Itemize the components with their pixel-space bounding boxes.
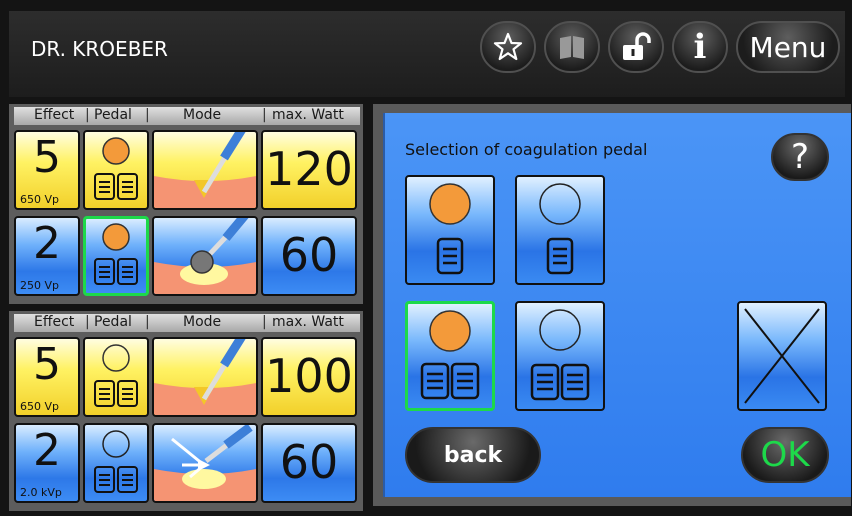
column-pedal: Pedal (94, 314, 132, 330)
spray-electrode-icon (154, 425, 256, 501)
pedal-tile[interactable] (83, 337, 149, 417)
pedal-tile[interactable] (83, 423, 149, 503)
voltage-label: 250 Vp (20, 279, 59, 292)
max-watt-tile[interactable]: 120 (261, 130, 357, 210)
ok-label: OK (760, 435, 810, 475)
mode-tile[interactable] (152, 216, 258, 296)
cross-icon (744, 308, 820, 404)
effect-tile[interactable]: 2 250 Vp (14, 216, 80, 296)
star-icon (493, 32, 523, 61)
back-button[interactable]: back (405, 427, 541, 483)
unlock-button[interactable] (608, 21, 664, 73)
unlock-icon (623, 32, 651, 60)
pedal-double-empty-icon (530, 309, 590, 401)
column-effect: Effect (34, 314, 75, 330)
pedal-option-double-filled-selected[interactable] (405, 301, 495, 411)
pedal-single-empty-icon (539, 183, 581, 275)
mode-tile[interactable] (152, 423, 258, 503)
voltage-label: 650 Vp (20, 193, 59, 206)
pedal-single-filled-icon (429, 183, 471, 275)
back-label: back (443, 442, 503, 468)
menu-button[interactable]: Menu (736, 21, 840, 73)
page-title: DR. KROEBER (31, 37, 168, 61)
pedal-double-empty-icon (94, 344, 138, 407)
max-watt-tile[interactable]: 60 (261, 216, 357, 296)
voltage-label: 2.0 kVp (20, 486, 62, 499)
book-icon (560, 36, 584, 59)
channel-2-panel: Effect | Pedal | Mode | max. Watt 5 650 … (9, 311, 363, 511)
max-watt-tile[interactable]: 60 (261, 423, 357, 503)
info-button[interactable]: i (672, 21, 728, 73)
max-watt-value: 60 (279, 228, 339, 282)
mode-tile[interactable] (152, 130, 258, 210)
column-effect: Effect (34, 107, 75, 123)
effect-value: 2 (33, 425, 61, 476)
channel-1-panel: Effect | Pedal | Mode | max. Watt 5 650 … (9, 104, 363, 304)
max-watt-value: 120 (265, 142, 353, 196)
pedal-double-filled-icon (94, 223, 138, 285)
help-button[interactable]: ? (771, 133, 829, 181)
help-icon: ? (790, 137, 810, 177)
cutting-electrode-icon (154, 339, 256, 415)
info-icon: i (693, 27, 707, 67)
ok-button[interactable]: OK (741, 427, 829, 483)
pedal-double-empty-icon (94, 430, 138, 493)
effect-tile[interactable]: 5 650 Vp (14, 337, 80, 417)
pedal-option-single-filled[interactable] (405, 175, 495, 285)
column-max-watt: max. Watt (272, 314, 344, 330)
mode-tile[interactable] (152, 337, 258, 417)
max-watt-value: 100 (265, 349, 353, 403)
pedal-double-filled-icon (94, 137, 138, 200)
pedal-tile[interactable] (83, 130, 149, 210)
no-pedal-button[interactable] (737, 301, 827, 411)
favorites-button[interactable] (480, 21, 536, 73)
max-watt-tile[interactable]: 100 (261, 337, 357, 417)
pedal-option-double-empty[interactable] (515, 301, 605, 411)
effect-value: 5 (33, 339, 61, 390)
column-pedal: Pedal (94, 107, 132, 123)
cutting-electrode-icon (154, 132, 256, 208)
column-mode: Mode (183, 107, 222, 123)
effect-value: 5 (33, 132, 61, 183)
channel-1-header: Effect | Pedal | Mode | max. Watt (14, 107, 360, 125)
column-mode: Mode (183, 314, 222, 330)
pedal-tile-selected[interactable] (83, 216, 149, 296)
pedal-option-single-empty[interactable] (515, 175, 605, 285)
effect-tile[interactable]: 2 2.0 kVp (14, 423, 80, 503)
effect-tile[interactable]: 5 650 Vp (14, 130, 80, 210)
voltage-label: 650 Vp (20, 400, 59, 413)
manual-button[interactable] (544, 21, 600, 73)
ball-electrode-icon (154, 218, 256, 294)
channel-2-header: Effect | Pedal | Mode | max. Watt (14, 314, 360, 332)
column-max-watt: max. Watt (272, 107, 344, 123)
effect-value: 2 (33, 218, 61, 269)
dialog-title: Selection of coagulation pedal (405, 140, 648, 159)
max-watt-value: 60 (279, 435, 339, 489)
pedal-double-filled-icon (420, 310, 480, 400)
